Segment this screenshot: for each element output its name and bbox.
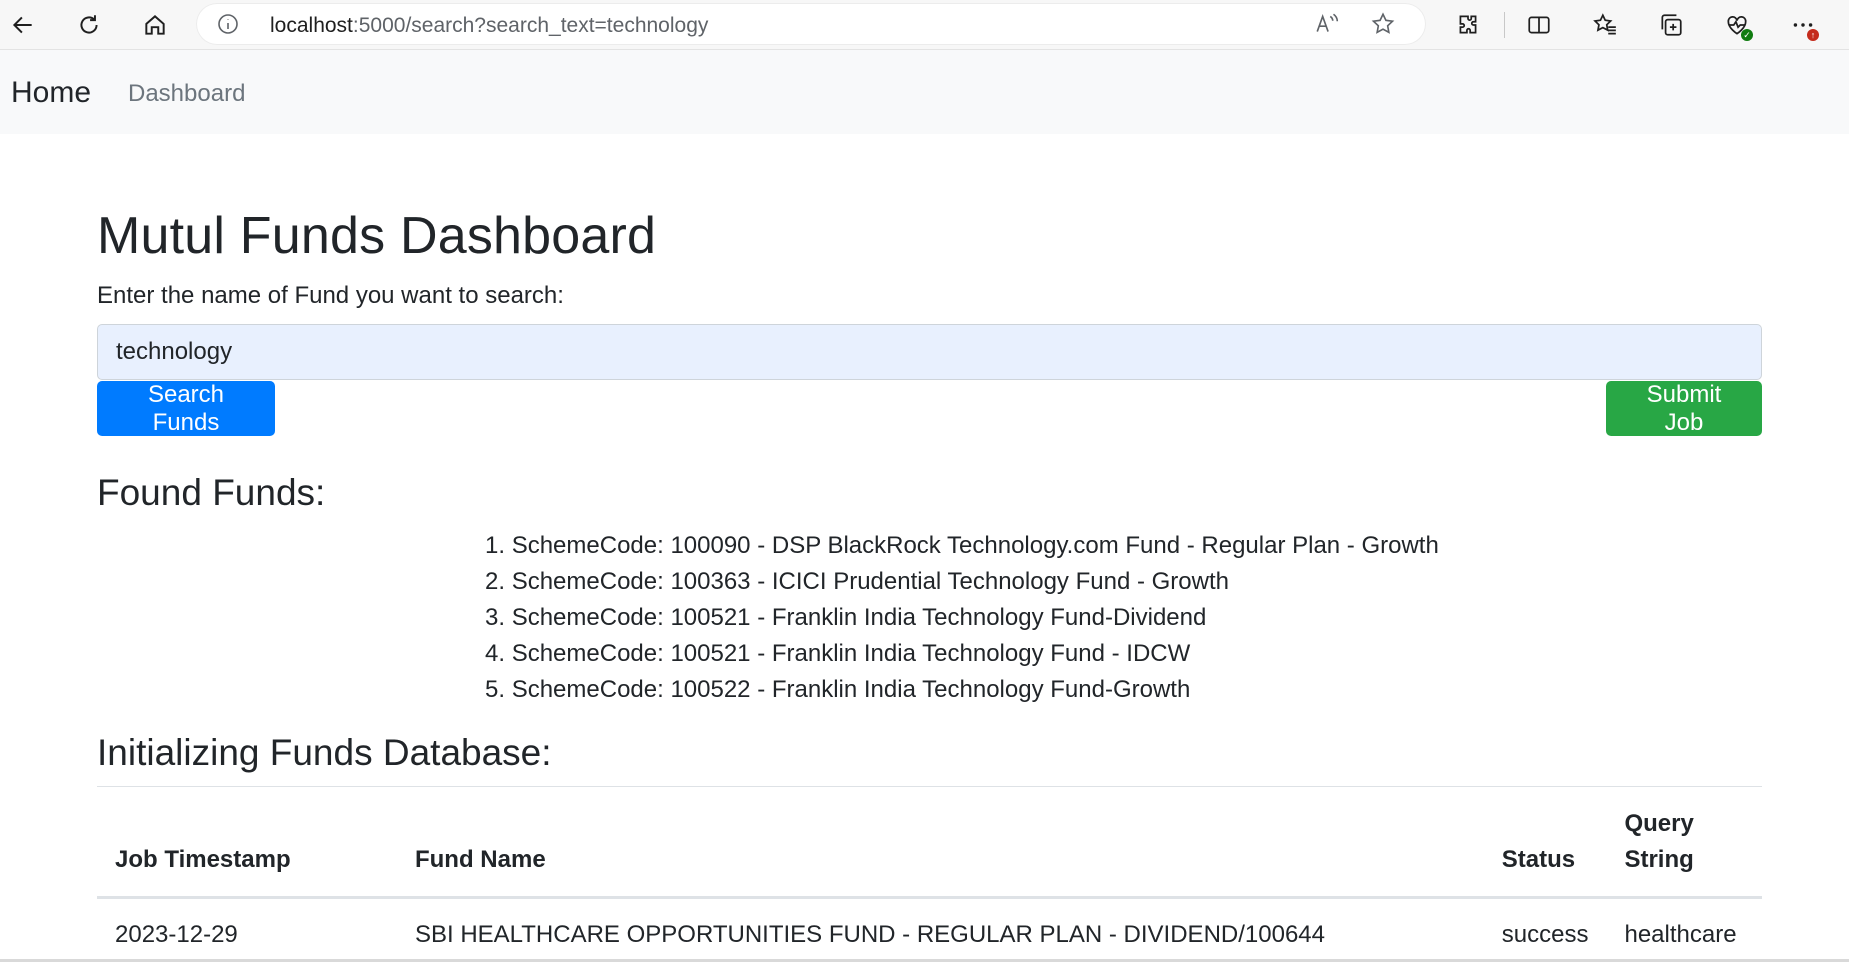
list-item: 5. SchemeCode: 100522 - Franklin India T… [485,672,1439,708]
list-item: 4. SchemeCode: 100521 - Franklin India T… [485,636,1439,672]
browser-toolbar: localhost:5000/search?search_text=techno… [0,0,1849,50]
page-title: Mutul Funds Dashboard [97,206,656,266]
divider [97,786,1762,787]
search-funds-button[interactable]: Search Funds [97,381,275,436]
header-status: Status [1484,806,1607,898]
header-query-string: Query String [1606,806,1762,898]
favorites-icon[interactable] [1585,5,1625,45]
table-row: 2023-12-29 SBI HEALTHCARE OPPORTUNITIES … [97,898,1762,967]
submit-job-button[interactable]: Submit Job [1606,381,1762,436]
search-input[interactable] [97,324,1762,380]
cell-job-timestamp: 2023-12-29 [97,898,397,967]
list-item: 1. SchemeCode: 100090 - DSP BlackRock Te… [485,528,1439,564]
found-funds-heading: Found Funds: [97,472,325,514]
table-header-row: Job Timestamp Fund Name Status Query Str… [97,806,1762,898]
split-screen-icon[interactable] [1519,5,1559,45]
header-job-timestamp: Job Timestamp [97,806,397,898]
collections-icon[interactable] [1651,5,1691,45]
status-check-badge: ✓ [1741,29,1753,41]
update-badge: ↑ [1807,29,1819,41]
search-label: Enter the name of Fund you want to searc… [97,282,564,310]
extensions-icon[interactable] [1448,5,1488,45]
info-icon[interactable] [216,12,240,36]
toolbar-separator [1504,12,1505,38]
browser-essentials-icon[interactable]: ✓ [1717,5,1757,45]
nav-brand-home[interactable]: Home [11,76,91,110]
nav-link-dashboard[interactable]: Dashboard [128,80,245,108]
home-icon[interactable] [135,5,175,45]
url-text[interactable]: localhost:5000/search?search_text=techno… [270,14,708,38]
back-icon[interactable] [3,5,43,45]
cell-fund-name: SBI HEALTHCARE OPPORTUNITIES FUND - REGU… [397,898,1484,967]
list-item: 2. SchemeCode: 100363 - ICICI Prudential… [485,564,1439,600]
navbar: Home Dashboard [0,50,1849,134]
cell-status: success [1484,898,1607,967]
refresh-icon[interactable] [69,5,109,45]
header-fund-name: Fund Name [397,806,1484,898]
favorite-star-icon[interactable] [1370,11,1396,37]
list-item: 3. SchemeCode: 100521 - Franklin India T… [485,600,1439,636]
init-database-heading: Initializing Funds Database: [97,732,552,774]
found-funds-list: 1. SchemeCode: 100090 - DSP BlackRock Te… [485,528,1439,708]
read-aloud-icon[interactable] [1314,11,1340,37]
cell-query-string: healthcare [1606,898,1762,967]
more-icon[interactable]: ↑ [1783,5,1823,45]
jobs-table: Job Timestamp Fund Name Status Query Str… [97,806,1762,967]
address-bar[interactable]: localhost:5000/search?search_text=techno… [196,3,1426,45]
